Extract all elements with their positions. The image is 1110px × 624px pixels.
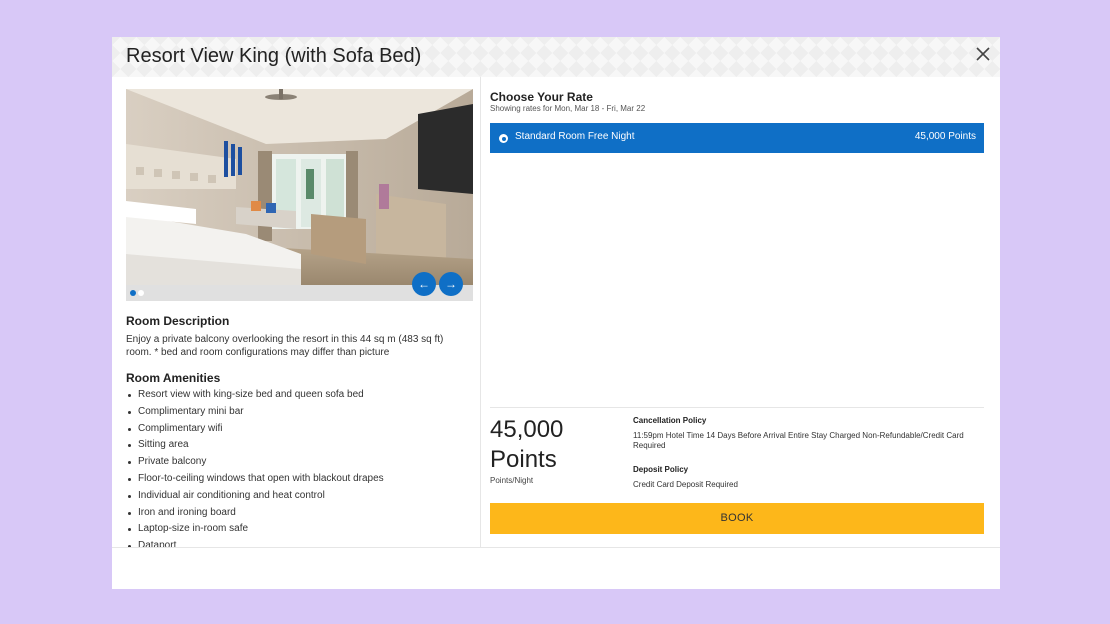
price-total: 45,000 Points — [490, 416, 564, 473]
room-amenities-heading: Room Amenities — [126, 371, 221, 385]
rate-option-standard-free-night[interactable]: Standard Room Free Night 45,000 Points — [490, 123, 984, 153]
room-photo — [126, 89, 473, 301]
rate-option-points: 45,000 Points — [914, 131, 976, 142]
column-divider — [480, 77, 481, 547]
room-description-heading: Room Description — [126, 314, 230, 328]
list-item: Complimentary wifi — [126, 421, 471, 438]
modal-title: Resort View King (with Sofa Bed) — [126, 45, 422, 67]
list-item: Iron and ironing board — [126, 505, 471, 522]
room-photo-gallery[interactable]: ← → — [126, 89, 473, 301]
deposit-policy-title: Deposit Policy — [633, 465, 689, 474]
list-item: Dataport — [126, 538, 471, 547]
deposit-policy-text: Credit Card Deposit Required — [633, 480, 738, 489]
gallery-next-button[interactable]: → — [439, 272, 463, 296]
list-item: Floor-to-ceiling windows that open with … — [126, 471, 471, 488]
summary-divider — [490, 407, 984, 408]
close-icon — [976, 47, 990, 61]
list-item: Individual air conditioning and heat con… — [126, 488, 471, 505]
footer-divider — [112, 547, 1000, 548]
room-details-modal: Resort View King (with Sofa Bed) ← → Roo… — [112, 37, 1000, 589]
cancellation-policy-title: Cancellation Policy — [633, 416, 707, 425]
choose-rate-heading: Choose Your Rate — [490, 90, 593, 104]
close-button[interactable] — [972, 43, 994, 65]
rate-dates-subheading: Showing rates for Mon, Mar 18 - Fri, Mar… — [490, 104, 646, 113]
gallery-dot-active[interactable] — [130, 290, 136, 296]
list-item: Resort view with king-size bed and queen… — [126, 387, 471, 404]
list-item: Complimentary mini bar — [126, 404, 471, 421]
arrow-right-icon: → — [445, 277, 457, 291]
list-item: Sitting area — [126, 437, 471, 454]
list-item: Laptop-size in-room safe — [126, 521, 471, 538]
gallery-prev-button[interactable]: ← — [412, 272, 436, 296]
cancellation-policy-text: 11:59pm Hotel Time 14 Days Before Arriva… — [633, 431, 964, 450]
gallery-dot[interactable] — [138, 290, 144, 296]
book-button[interactable]: BOOK — [490, 503, 984, 534]
modal-header: Resort View King (with Sofa Bed) — [112, 37, 1000, 77]
arrow-left-icon: ← — [418, 277, 430, 291]
list-item: Private balcony — [126, 454, 471, 471]
radio-selected-icon[interactable] — [499, 134, 508, 143]
price-unit: Points/Night — [490, 476, 534, 485]
rate-option-name: Standard Room Free Night — [515, 131, 635, 142]
room-description-text: Enjoy a private balcony overlooking the … — [126, 334, 444, 358]
amenities-list[interactable]: Resort view with king-size bed and queen… — [126, 387, 471, 547]
